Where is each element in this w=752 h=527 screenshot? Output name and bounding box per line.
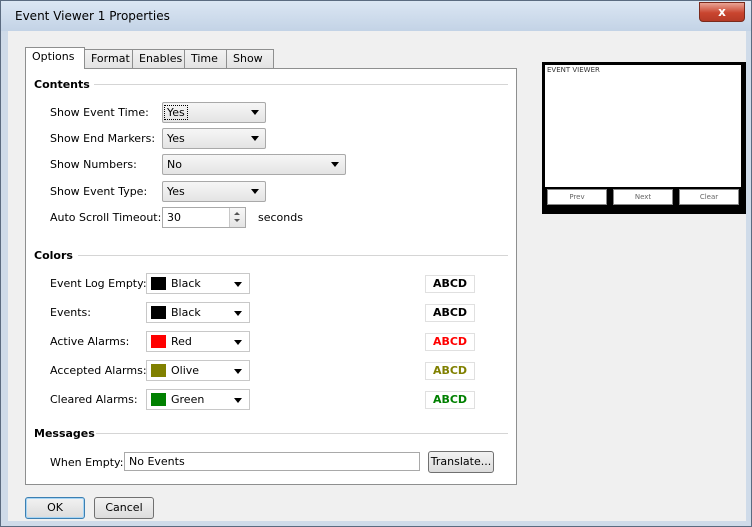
color-swatch <box>151 277 166 290</box>
show-numbers-label: Show Numbers: <box>50 158 137 171</box>
color-sample: ABCD <box>425 391 475 409</box>
color-swatch <box>151 393 166 406</box>
color-swatch <box>151 335 166 348</box>
show-end-markers-value: Yes <box>167 132 185 145</box>
tab-enables[interactable]: Enables <box>132 49 185 68</box>
auto-scroll-timeout-value: 30 <box>167 211 181 224</box>
show-numbers-select[interactable]: No <box>162 154 346 175</box>
translate-button[interactable]: Translate... <box>428 451 494 473</box>
when-empty-field[interactable] <box>124 452 420 471</box>
when-empty-input[interactable] <box>125 453 419 470</box>
messages-divider <box>96 433 508 434</box>
close-button[interactable]: x <box>699 2 745 22</box>
event-viewer-preview: EVENT VIEWER Prev Next Clear <box>542 62 746 214</box>
color-value: Olive <box>171 364 200 377</box>
show-event-time-select[interactable]: Yes <box>162 102 266 123</box>
active-alarms-color-select[interactable]: Red <box>146 331 250 352</box>
chevron-down-icon <box>234 282 242 287</box>
show-end-markers-label: Show End Markers: <box>50 132 156 145</box>
preview-title: EVENT VIEWER <box>547 66 600 74</box>
color-swatch <box>151 306 166 319</box>
close-icon: x <box>718 5 726 19</box>
chevron-down-icon <box>251 136 259 141</box>
show-event-type-label: Show Event Type: <box>50 185 148 198</box>
properties-dialog: Event Viewer 1 Properties x Options Form… <box>0 0 752 527</box>
color-row-label: Accepted Alarms: <box>50 364 147 377</box>
auto-scroll-unit: seconds <box>258 211 303 224</box>
color-sample: ABCD <box>425 275 475 293</box>
dialog-client-area: Options Format Enables Time Show Content… <box>8 31 746 521</box>
tab-time[interactable]: Time <box>184 49 227 68</box>
color-value: Red <box>171 335 192 348</box>
events-color-select[interactable]: Black <box>146 302 250 323</box>
color-sample: ABCD <box>425 304 475 322</box>
color-row-label: Events: <box>50 306 91 319</box>
title-bar: Event Viewer 1 Properties x <box>1 1 751 31</box>
chevron-down-icon <box>234 340 242 345</box>
preview-prev-button: Prev <box>547 189 607 205</box>
chevron-down-icon <box>251 189 259 194</box>
options-tab-panel: Contents Show Event Time: Yes Show End M… <box>25 68 517 485</box>
cancel-button[interactable]: Cancel <box>94 497 154 519</box>
messages-section-title: Messages <box>34 427 95 440</box>
ok-button[interactable]: OK <box>25 497 85 519</box>
show-event-time-value: Yes <box>164 105 188 120</box>
color-row-label: Event Log Empty: <box>50 277 147 290</box>
auto-scroll-timeout-spinner[interactable]: 30 <box>162 207 246 228</box>
color-row-label: Cleared Alarms: <box>50 393 138 406</box>
preview-next-button: Next <box>613 189 673 205</box>
color-value: Green <box>171 393 205 406</box>
contents-divider <box>94 84 508 85</box>
chevron-down-icon <box>251 110 259 115</box>
colors-divider <box>78 255 508 256</box>
show-event-type-select[interactable]: Yes <box>162 181 266 202</box>
window-title: Event Viewer 1 Properties <box>15 9 170 23</box>
color-value: Black <box>171 306 201 319</box>
preview-clear-button: Clear <box>679 189 739 205</box>
show-event-type-value: Yes <box>167 185 185 198</box>
show-end-markers-select[interactable]: Yes <box>162 128 266 149</box>
colors-section-title: Colors <box>34 249 73 262</box>
color-value: Black <box>171 277 201 290</box>
chevron-down-icon <box>234 311 242 316</box>
color-sample: ABCD <box>425 362 475 380</box>
color-sample: ABCD <box>425 333 475 351</box>
event-log-empty-color-select[interactable]: Black <box>146 273 250 294</box>
chevron-down-icon <box>234 369 242 374</box>
show-numbers-value: No <box>167 158 182 171</box>
show-event-time-label: Show Event Time: <box>50 106 149 119</box>
chevron-down-icon <box>331 162 339 167</box>
spinner-buttons[interactable] <box>229 208 245 227</box>
chevron-down-icon <box>234 398 242 403</box>
tab-show[interactable]: Show <box>226 49 274 68</box>
color-swatch <box>151 364 166 377</box>
tab-format[interactable]: Format <box>84 49 133 68</box>
tab-options[interactable]: Options <box>25 47 85 69</box>
color-row-label: Active Alarms: <box>50 335 130 348</box>
accepted-alarms-color-select[interactable]: Olive <box>146 360 250 381</box>
cleared-alarms-color-select[interactable]: Green <box>146 389 250 410</box>
preview-screen: EVENT VIEWER <box>545 65 741 187</box>
spin-up-icon[interactable] <box>234 212 240 215</box>
auto-scroll-timeout-label: Auto Scroll Timeout: <box>50 211 162 224</box>
contents-section-title: Contents <box>34 78 90 91</box>
when-empty-label: When Empty: <box>50 456 124 469</box>
spin-down-icon[interactable] <box>234 219 240 222</box>
